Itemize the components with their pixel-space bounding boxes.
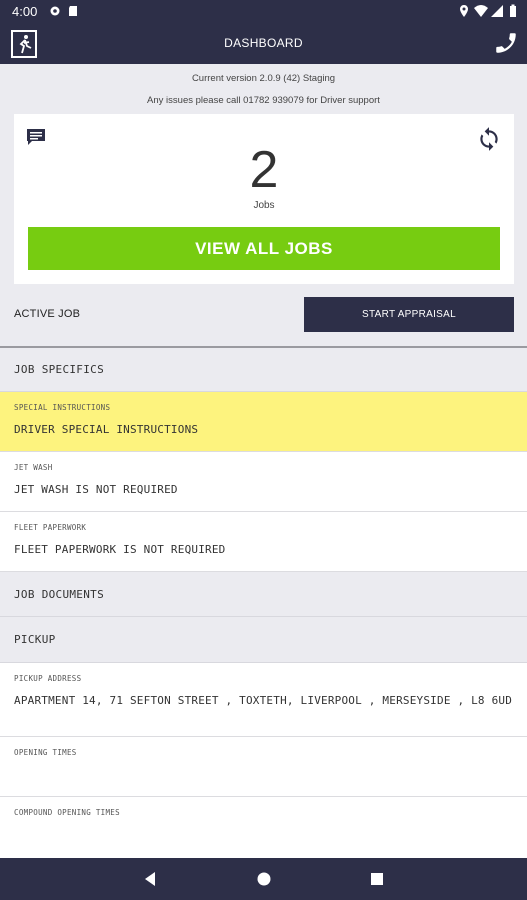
section-header-job-specifics[interactable]: JOB SPECIFICS — [0, 348, 527, 392]
section-title: PICKUP — [14, 633, 56, 646]
field-label: JET WASH — [14, 463, 53, 472]
field-value: FLEET PAPERWORK IS NOT REQUIRED — [14, 543, 226, 556]
field-label: COMPOUND OPENING TIMES — [14, 808, 120, 817]
start-appraisal-button[interactable]: START APPRAISAL — [304, 297, 514, 332]
view-all-jobs-button[interactable]: VIEW ALL JOBS — [28, 227, 500, 270]
field-value: DRIVER SPECIAL INSTRUCTIONS — [14, 423, 199, 436]
section-title: JOB DOCUMENTS — [14, 588, 104, 601]
status-bar: 4:00 — [0, 0, 527, 24]
field-label: SPECIAL INSTRUCTIONS — [14, 403, 111, 412]
sd-card-icon — [69, 6, 77, 16]
wifi-icon — [474, 5, 488, 17]
page-title: DASHBOARD — [224, 36, 303, 50]
field-compound-opening-times: COMPOUND OPENING TIMES — [0, 797, 527, 858]
section-header-job-documents[interactable]: JOB DOCUMENTS — [0, 572, 527, 617]
system-nav-bar — [0, 858, 527, 900]
active-job-label: ACTIVE JOB — [14, 308, 81, 320]
battery-icon — [510, 4, 516, 17]
signal-icon — [491, 5, 503, 17]
version-text: Current version 2.0.9 (42) Staging — [191, 73, 336, 84]
home-circle-icon[interactable] — [256, 871, 272, 887]
jobs-label: Jobs — [253, 200, 275, 211]
section-header-pickup[interactable]: PICKUP — [0, 617, 527, 663]
recents-square-icon[interactable] — [369, 871, 385, 887]
field-fleet-paperwork: FLEET PAPERWORK FLEET PAPERWORK IS NOT R… — [0, 512, 527, 572]
field-value: APARTMENT 14, 71 SEFTON STREET , TOXTETH… — [14, 694, 513, 707]
field-pickup-address: PICKUP ADDRESS APARTMENT 14, 71 SEFTON S… — [0, 663, 527, 737]
status-time: 4:00 — [12, 4, 38, 19]
location-icon — [460, 5, 468, 17]
app-bar: DASHBOARD — [0, 24, 527, 64]
settings-icon — [50, 6, 60, 16]
field-label: FLEET PAPERWORK — [14, 523, 87, 532]
section-title: JOB SPECIFICS — [14, 363, 104, 376]
field-label: OPENING TIMES — [14, 748, 77, 757]
field-jet-wash: JET WASH JET WASH IS NOT REQUIRED — [0, 452, 527, 512]
field-opening-times: OPENING TIMES — [0, 737, 527, 797]
phone-icon[interactable] — [493, 30, 519, 56]
field-value: JET WASH IS NOT REQUIRED — [14, 483, 178, 496]
app-info: Current version 2.0.9 (42) Staging Any i… — [0, 64, 527, 114]
support-text: Any issues please call 01782 939079 for … — [147, 95, 380, 106]
job-count: 2 — [249, 141, 279, 199]
back-triangle-icon[interactable] — [142, 871, 158, 887]
field-special-instructions: SPECIAL INSTRUCTIONS DRIVER SPECIAL INST… — [0, 392, 527, 452]
field-label: PICKUP ADDRESS — [14, 674, 82, 683]
jobs-summary-card: 2 Jobs VIEW ALL JOBS — [14, 114, 514, 284]
